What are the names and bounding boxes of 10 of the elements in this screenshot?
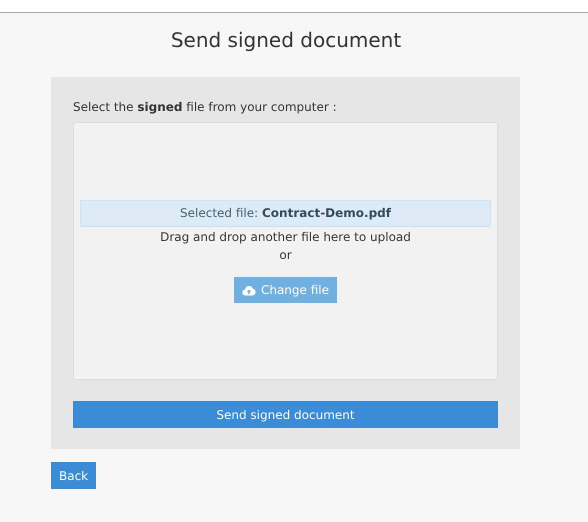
selected-file-notice: Selected file: Contract-Demo.pdf xyxy=(80,200,491,227)
drop-hint: Drag and drop another file here to upload xyxy=(160,229,411,246)
back-button[interactable]: Back xyxy=(51,462,96,489)
page-title: Send signed document xyxy=(170,27,402,53)
separator-text: or xyxy=(279,247,292,264)
upload-label: Select the signed file from your computer : xyxy=(73,99,338,115)
drop-zone[interactable]: Selected file: Contract-Demo.pdf Drag and drop another file here to upload or Change file xyxy=(73,122,498,380)
cloud-upload-icon xyxy=(242,284,256,296)
change-file-button[interactable]: Change file xyxy=(234,277,338,303)
send-button[interactable]: Send signed document xyxy=(73,401,498,428)
